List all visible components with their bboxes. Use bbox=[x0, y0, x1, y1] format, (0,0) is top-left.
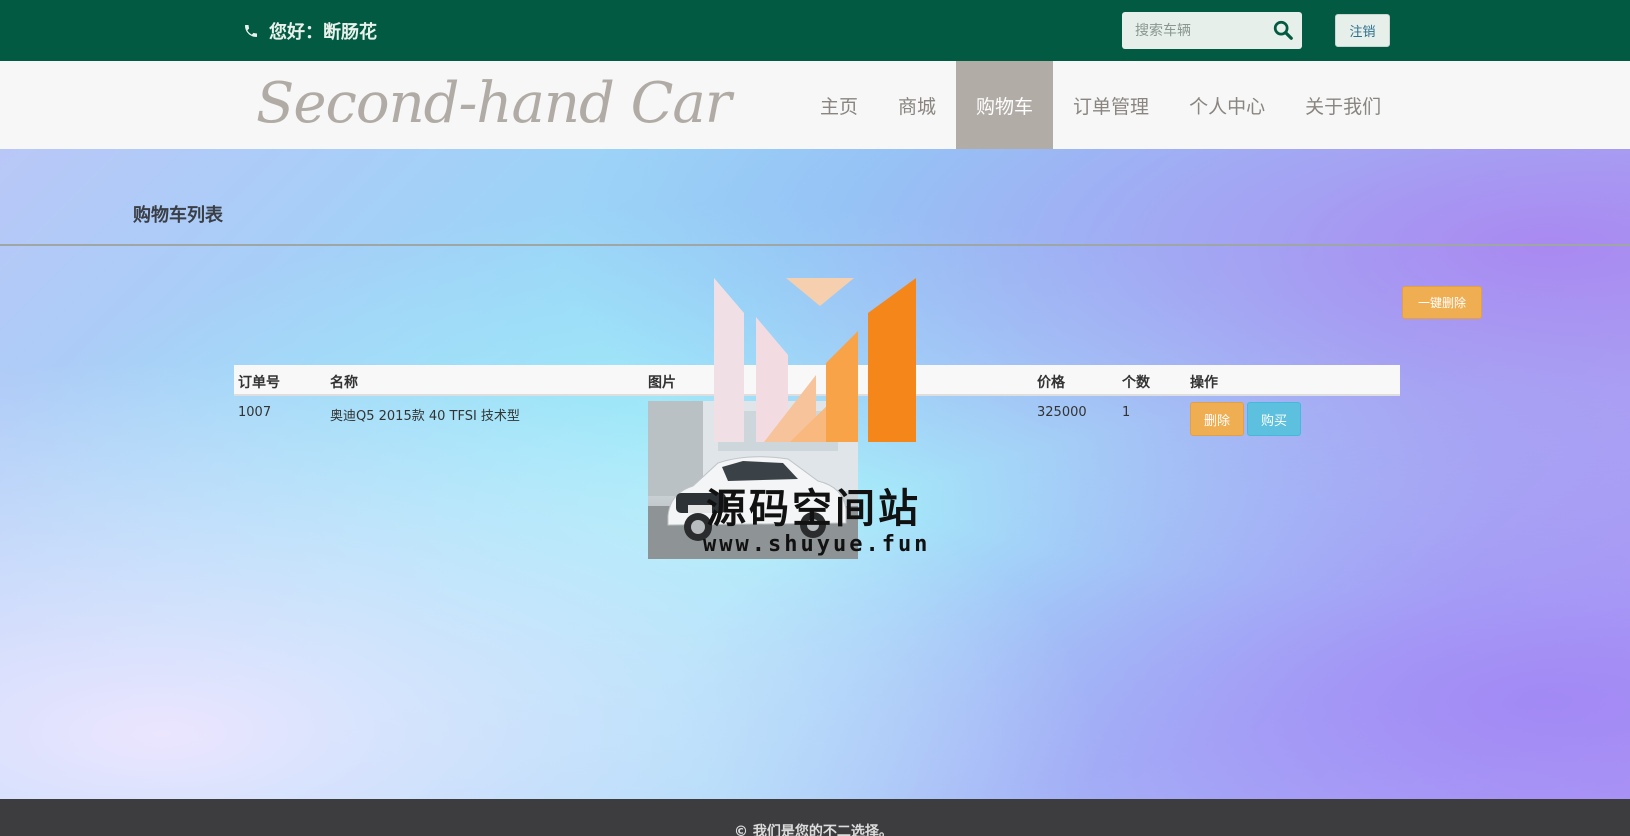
column-header-order-no: 订单号 bbox=[238, 375, 280, 391]
price: 325000 bbox=[1037, 405, 1087, 420]
watermark-url: www.shuyue.fun bbox=[703, 532, 931, 557]
page-title: 购物车列表 bbox=[133, 205, 223, 226]
order-no: 1007 bbox=[238, 405, 272, 420]
site-logo[interactable]: Second-hand Car bbox=[256, 71, 732, 136]
nav-item-profile[interactable]: 个人中心 bbox=[1169, 61, 1285, 149]
car-name: 奥迪Q5 2015款 40 TFSI 技术型 bbox=[330, 409, 520, 424]
nav-item-orders[interactable]: 订单管理 bbox=[1053, 61, 1169, 149]
nav-item-home[interactable]: 主页 bbox=[800, 61, 878, 149]
nav-menu: 主页 商城 购物车 订单管理 个人中心 关于我们 bbox=[800, 61, 1401, 149]
watermark-text: 源码空间站 bbox=[706, 486, 921, 532]
greeting: 您好：断肠花 bbox=[243, 18, 377, 44]
nav-item-about[interactable]: 关于我们 bbox=[1285, 61, 1401, 149]
main-navbar: Second-hand Car 主页 商城 购物车 订单管理 个人中心 关于我们 bbox=[0, 61, 1630, 149]
nav-item-cart[interactable]: 购物车 bbox=[956, 61, 1054, 149]
buy-button[interactable]: 购买 bbox=[1247, 402, 1301, 436]
column-header-image: 图片 bbox=[648, 375, 676, 391]
search-input[interactable] bbox=[1122, 12, 1262, 49]
column-header-actions: 操作 bbox=[1190, 375, 1218, 391]
top-bar: 您好：断肠花 注销 bbox=[0, 0, 1630, 61]
footer: © 我们是您的不二选择。 bbox=[0, 799, 1630, 836]
column-header-price: 价格 bbox=[1037, 375, 1065, 391]
quantity: 1 bbox=[1122, 405, 1131, 420]
bulk-delete-button[interactable]: 一键删除 bbox=[1402, 286, 1482, 319]
search-icon[interactable] bbox=[1272, 19, 1294, 41]
search-box bbox=[1122, 12, 1302, 49]
logout-button[interactable]: 注销 bbox=[1335, 14, 1390, 47]
delete-button[interactable]: 删除 bbox=[1190, 402, 1244, 436]
nav-item-shop[interactable]: 商城 bbox=[878, 61, 956, 149]
greeting-text: 您好：断肠花 bbox=[269, 22, 377, 43]
title-divider bbox=[0, 244, 1630, 246]
phone-icon bbox=[245, 25, 257, 37]
column-header-name: 名称 bbox=[330, 375, 358, 391]
footer-text: © 我们是您的不二选择。 bbox=[734, 824, 893, 836]
column-header-quantity: 个数 bbox=[1122, 375, 1150, 391]
